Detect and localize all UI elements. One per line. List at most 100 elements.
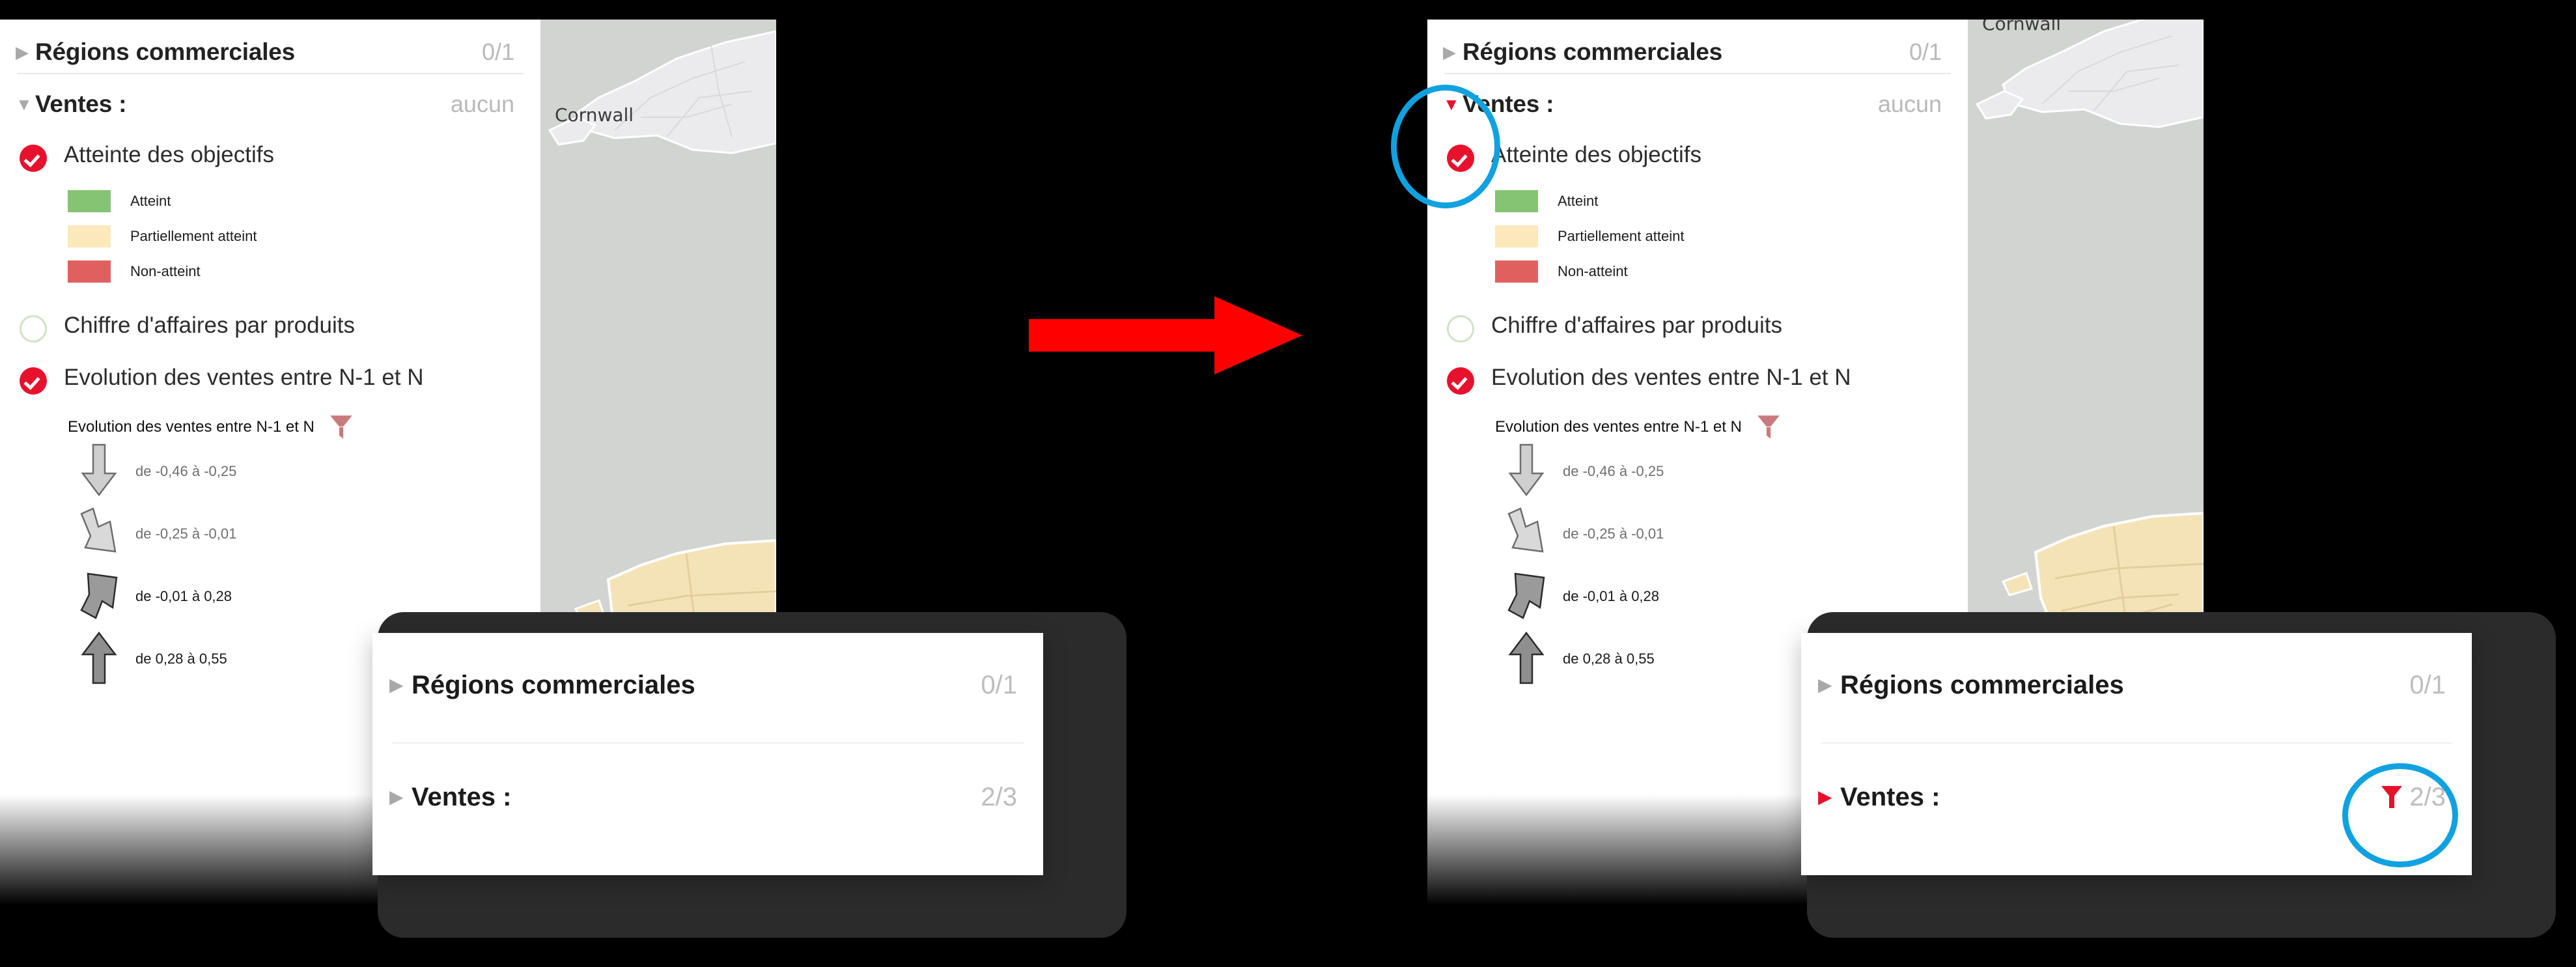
arrow-up-right-icon — [68, 570, 130, 624]
card-row-count: 2/3 — [981, 782, 1017, 811]
evolution-legend-title: Evolution des ventes entre N-1 et N — [68, 418, 315, 436]
legend-entry: Partiellement atteint — [1495, 219, 1968, 254]
evolution-legend-range: de -0,25 à -0,01 — [135, 526, 237, 542]
legend-label: Non-atteint — [130, 263, 201, 279]
arrow-up-icon — [68, 631, 130, 688]
evolution-legend-entry: de -0,46 à -0,25 — [1495, 440, 1968, 503]
card-row-count: 0/1 — [981, 670, 1017, 699]
checkbox-unchecked-icon[interactable] — [1447, 315, 1474, 343]
objectives-legend-before: Atteint Partiellement atteint Non-attein… — [68, 184, 540, 289]
evolution-legend-range: de -0,01 à 0,28 — [1563, 588, 1660, 604]
tree-divider — [1444, 73, 1951, 74]
transition-arrow-icon — [1029, 296, 1302, 374]
checkbox-checked-icon[interactable] — [1447, 367, 1474, 395]
legend-label: Partiellement atteint — [1558, 228, 1685, 244]
legend-label: Atteint — [130, 193, 171, 209]
legend-label: Atteint — [1558, 193, 1599, 209]
chevron-down-icon[interactable]: ▼ — [16, 96, 35, 113]
chevron-right-icon[interactable]: ▶ — [389, 676, 412, 694]
layer-item-chiffre-affaires[interactable]: Chiffre d'affaires par produits — [1427, 313, 1968, 343]
card-row-label: Régions commerciales — [1840, 670, 2124, 699]
card-row-regions-commerciales[interactable]: ▶ Régions commerciales 0/1 — [372, 656, 1043, 714]
legend-entry: Non-atteint — [1495, 254, 1968, 289]
swatch-non-atteint — [68, 260, 111, 283]
checkbox-unchecked-icon[interactable] — [20, 315, 47, 343]
layer-item-evolution-des-ventes[interactable]: Evolution des ventes entre N-1 et N — [0, 365, 540, 395]
card-row-label: Régions commerciales — [412, 670, 695, 699]
arrow-down-icon — [1495, 443, 1558, 500]
tree-row-label: Ventes : — [1463, 91, 1554, 117]
card-row-count: 0/1 — [2409, 670, 2446, 699]
legend-label: Partiellement atteint — [130, 228, 257, 244]
chevron-right-icon[interactable]: ▶ — [1443, 44, 1463, 61]
card-divider — [1821, 742, 2452, 744]
tree-row-label: Ventes : — [35, 91, 127, 117]
evolution-legend-header: Evolution des ventes entre N-1 et N — [68, 414, 540, 440]
checkbox-checked-icon[interactable] — [20, 145, 47, 172]
arrow-down-right-icon — [68, 507, 130, 561]
layer-item-atteinte-des-objectifs[interactable]: Atteinte des objectifs — [0, 142, 540, 172]
tree-row-label: Régions commerciales — [1463, 38, 1723, 65]
legend-label: Non-atteint — [1558, 263, 1628, 279]
chevron-right-icon[interactable]: ▶ — [16, 44, 35, 61]
card-row-ventes[interactable]: ▶ Ventes : 2/3 — [372, 768, 1043, 826]
checkbox-checked-icon[interactable] — [1447, 145, 1474, 172]
tree-row-ventes[interactable]: ▼ Ventes : aucun — [1427, 83, 1968, 125]
tree-row-regions-commerciales[interactable]: ▶ Régions commerciales 0/1 — [0, 31, 540, 73]
layer-item-label: Atteinte des objectifs — [64, 142, 274, 167]
evolution-legend-range: de -0,01 à 0,28 — [135, 588, 232, 604]
evolution-legend-title: Evolution des ventes entre N-1 et N — [1495, 418, 1742, 436]
layer-item-atteinte-des-objectifs[interactable]: Atteinte des objectifs — [1427, 142, 1968, 172]
swatch-atteint — [68, 190, 111, 212]
funnel-icon[interactable] — [1756, 414, 1781, 440]
card-row-regions-commerciales[interactable]: ▶ Régions commerciales 0/1 — [1801, 656, 2472, 714]
screenshot-canvas: Cornwall ▶ Régions commerciales 0/1 ▼ Ve… — [0, 0, 2576, 967]
evolution-legend-entry: de -0,25 à -0,01 — [68, 503, 540, 565]
arrow-down-right-icon — [1495, 507, 1558, 561]
evolution-legend-range: de -0,46 à -0,25 — [135, 463, 237, 479]
card-row-label: Ventes : — [1840, 782, 1940, 811]
arrow-down-icon — [68, 443, 130, 500]
evolution-legend-header: Evolution des ventes entre N-1 et N — [1495, 414, 1968, 440]
layer-item-label: Chiffre d'affaires par produits — [1491, 313, 1783, 338]
map-label-cornwall: Cornwall — [555, 104, 634, 126]
swatch-partiellement-atteint — [68, 225, 111, 247]
legend-entry: Non-atteint — [68, 254, 540, 289]
evolution-legend-range: de 0,28 à 0,55 — [135, 651, 227, 667]
checkbox-checked-icon[interactable] — [20, 367, 47, 395]
tree-divider — [17, 73, 524, 74]
tree-row-count: aucun — [450, 91, 514, 117]
tree-row-count: 0/1 — [1909, 38, 1942, 65]
evolution-legend-range: de -0,46 à -0,25 — [1563, 463, 1664, 479]
layer-item-label: Evolution des ventes entre N-1 et N — [1491, 365, 1851, 390]
layer-item-label: Evolution des ventes entre N-1 et N — [64, 365, 424, 390]
tree-row-count: 0/1 — [481, 38, 514, 65]
tree-row-count: aucun — [1877, 91, 1942, 117]
chevron-right-icon[interactable]: ▶ — [1818, 676, 1840, 694]
swatch-non-atteint — [1495, 260, 1538, 283]
funnel-icon[interactable] — [2381, 785, 2403, 809]
evolution-legend-range: de -0,25 à -0,01 — [1563, 526, 1664, 542]
chevron-right-icon[interactable]: ▶ — [389, 788, 412, 806]
overlay-card-after: ▶ Régions commerciales 0/1 ▶ Ventes : 2/… — [1801, 633, 2472, 875]
funnel-icon[interactable] — [329, 414, 354, 440]
legend-entry: Partiellement atteint — [68, 219, 540, 254]
evolution-legend-range: de 0,28 à 0,55 — [1563, 651, 1655, 667]
card-row-label: Ventes : — [412, 782, 512, 811]
tree-row-regions-commerciales[interactable]: ▶ Régions commerciales 0/1 — [1427, 31, 1968, 73]
legend-entry: Atteint — [68, 184, 540, 219]
layer-item-evolution-des-ventes[interactable]: Evolution des ventes entre N-1 et N — [1427, 365, 1968, 395]
chevron-right-icon[interactable]: ▶ — [1818, 788, 1840, 806]
layer-item-label: Atteinte des objectifs — [1491, 142, 1701, 167]
swatch-partiellement-atteint — [1495, 225, 1538, 247]
overlay-card-before: ▶ Régions commerciales 0/1 ▶ Ventes : 2/… — [372, 633, 1043, 875]
chevron-down-icon[interactable]: ▼ — [1443, 96, 1463, 113]
swatch-atteint — [1495, 190, 1538, 212]
legend-entry: Atteint — [1495, 184, 1968, 219]
card-row-ventes[interactable]: ▶ Ventes : 2/3 — [1801, 768, 2472, 826]
layer-item-chiffre-affaires[interactable]: Chiffre d'affaires par produits — [0, 313, 540, 343]
card-row-count: 2/3 — [2409, 782, 2446, 811]
card-divider — [392, 742, 1024, 744]
layer-item-label: Chiffre d'affaires par produits — [64, 313, 356, 338]
tree-row-ventes[interactable]: ▼ Ventes : aucun — [0, 83, 540, 125]
